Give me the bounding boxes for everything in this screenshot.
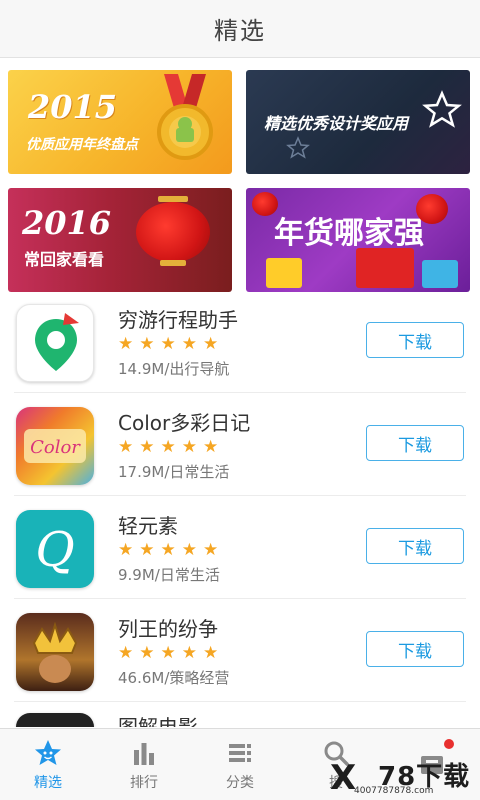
download-button[interactable]: 下载 (366, 322, 464, 358)
banner-year: 2016 (22, 204, 112, 242)
lantern-icon (416, 194, 448, 224)
banner-new-year-goods[interactable]: 年货哪家强 (246, 188, 470, 292)
rating-stars: ★★★★★ (118, 437, 225, 457)
banner-caption: 常回家看看 (24, 250, 105, 269)
download-button[interactable]: 下载 (366, 631, 464, 667)
banner-caption: 精选优秀设计奖应用 (264, 114, 409, 133)
star-outline-icon (286, 136, 310, 159)
shopping-bag-icon (356, 248, 414, 288)
svg-text:Q: Q (35, 522, 74, 578)
star-face-icon (33, 738, 63, 768)
shopping-bag-icon (422, 260, 458, 288)
list-item[interactable]: Q 轻元素 ★★★★★ 9.9M/日常生活 下载 (14, 496, 466, 599)
watermark-mark: X (330, 758, 357, 798)
download-button[interactable]: 下载 (366, 528, 464, 564)
location-pin-icon (16, 304, 94, 382)
list-icon (225, 738, 255, 768)
banner-caption: 优质应用年终盘点 (26, 137, 138, 153)
rating-stars: ★★★★★ (118, 540, 225, 560)
top-bar: 精选 (0, 0, 480, 58)
list-item[interactable]: Color Color多彩日记 ★★★★★ 17.9M/日常生活 下载 (14, 393, 466, 496)
tab-label: 分类 (226, 774, 254, 791)
banner-2016-home[interactable]: 2016 常回家看看 (8, 188, 232, 292)
banner-year: 2015 (28, 88, 118, 126)
rating-stars: ★★★★★ (118, 334, 225, 354)
app-meta: 17.9M/日常生活 (118, 463, 230, 481)
notification-badge (444, 739, 454, 749)
tab-label: 精选 (34, 774, 62, 791)
tab-category[interactable]: 分类 (192, 729, 288, 800)
banner-caption: 年货哪家强 (274, 216, 424, 251)
rating-stars: ★★★★★ (118, 643, 225, 663)
watermark-url: 4007787878.com (354, 786, 434, 796)
shopping-bag-icon (266, 258, 302, 288)
tab-featured[interactable]: 精选 (0, 729, 96, 800)
download-button[interactable]: 下载 (366, 425, 464, 461)
lantern-icon (252, 192, 278, 216)
king-crown-icon (16, 613, 94, 691)
lantern-cap (160, 260, 186, 266)
watermark-logo: X 78下载 4007787878.com (326, 756, 476, 798)
banner-2015-review[interactable]: 2015 优质应用年终盘点 (8, 70, 232, 174)
list-item[interactable]: 穷游行程助手 ★★★★★ 14.9M/出行导航 下载 (14, 290, 466, 393)
color-diary-icon: Color (16, 407, 94, 485)
page-title: 精选 (214, 17, 266, 45)
bar-chart-icon (129, 738, 159, 768)
app-name: 轻元素 (118, 514, 178, 538)
movie-app-icon (16, 713, 94, 727)
app-meta: 9.9M/日常生活 (118, 566, 220, 584)
medal-icon (157, 74, 213, 160)
app-name: 列王的纷争 (118, 617, 218, 641)
banner-design-award[interactable]: 精选优秀设计奖应用 (246, 70, 470, 174)
tab-ranking[interactable]: 排行 (96, 729, 192, 800)
app-name: 穷游行程助手 (118, 308, 238, 332)
app-name: Color多彩日记 (118, 411, 251, 435)
star-outline-icon (422, 90, 462, 128)
app-list: 穷游行程助手 ★★★★★ 14.9M/出行导航 下载 Color Color多彩… (0, 290, 480, 702)
list-item[interactable]: 列王的纷争 ★★★★★ 46.6M/策略经营 下载 (14, 599, 466, 702)
list-item-partial[interactable]: 图解电影 (14, 705, 466, 727)
lantern-icon (136, 202, 210, 262)
letter-q-icon: Q (16, 510, 94, 588)
app-name: 图解电影 (118, 715, 198, 727)
svg-text:Color: Color (30, 437, 81, 458)
app-meta: 46.6M/策略经营 (118, 669, 230, 687)
tab-label: 排行 (130, 774, 158, 791)
banner-grid: 2015 优质应用年终盘点 精选优秀设计奖应用 2016 常回家看看 年货哪家强 (8, 70, 470, 292)
app-meta: 14.9M/出行导航 (118, 360, 230, 378)
